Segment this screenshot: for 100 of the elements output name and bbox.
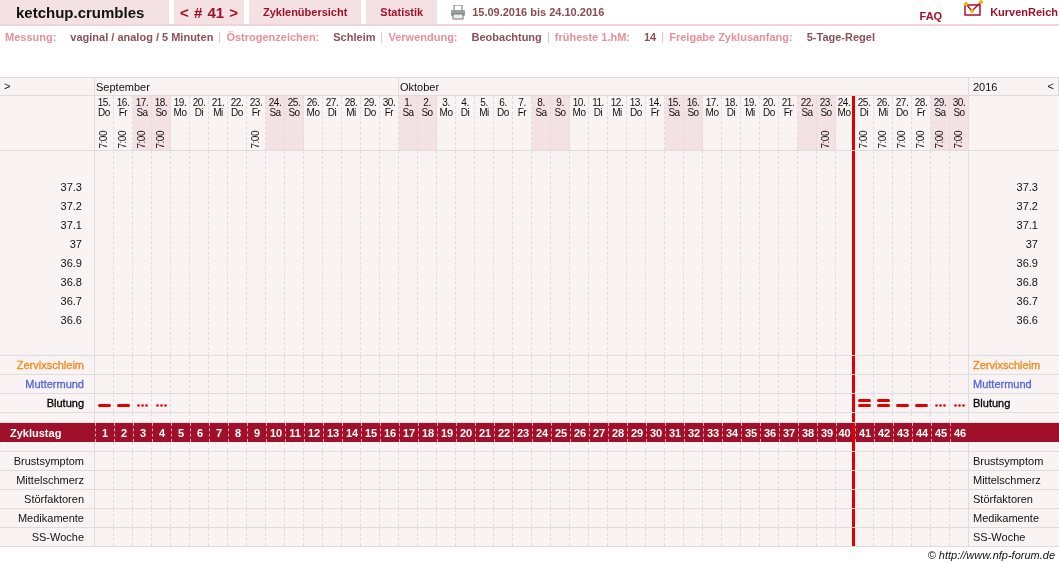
day-header: 22. Sa — [798, 96, 817, 150]
measurement-time: 7:00 — [878, 130, 888, 148]
setting-label: früheste 1.hM: — [554, 31, 630, 43]
measurement-time: 7:00 — [859, 130, 869, 148]
cycle-navigator[interactable]: < # 41 > — [174, 0, 244, 24]
row-label: SS-Woche — [973, 531, 1026, 543]
printer-icon[interactable] — [450, 4, 467, 20]
day-header: 21. Fr — [779, 96, 798, 150]
day-header: 26. Mo — [304, 96, 323, 150]
measurement-time: 7:00 — [897, 130, 907, 148]
row-label: Zervixschleim — [16, 359, 84, 371]
month-label: September — [96, 80, 150, 93]
row-label: Störfaktoren — [973, 493, 1033, 505]
day-header: 12. Mi — [608, 96, 627, 150]
temperature-label: 37.1 — [60, 218, 82, 233]
day-header: 23. So 7:00 — [817, 96, 836, 150]
copyright[interactable]: © http://www.nfp-forum.de — [0, 547, 1059, 561]
setting-value: 5-Tage-Regel — [806, 31, 875, 43]
measurement-time: 7:00 — [251, 130, 261, 148]
day-header: 25. So — [285, 96, 304, 150]
day-header: 30. Fr — [380, 96, 399, 150]
day-header: 1. Sa — [399, 96, 418, 150]
day-header: 22. Do — [228, 96, 247, 150]
setting-value: Schleim — [333, 31, 376, 43]
day-header: 25. Di 7:00 — [855, 96, 874, 150]
setting-label: Freigabe Zyklusanfang: — [669, 31, 793, 43]
temperature-label: 36.7 — [1016, 294, 1038, 309]
day-header: 17. Sa 7:00 — [133, 96, 152, 150]
day-header: 27. Di — [323, 96, 342, 150]
day-header: 20. Di — [190, 96, 209, 150]
day-header: 21. Mi — [209, 96, 228, 150]
day-header: 28. Fr 7:00 — [912, 96, 931, 150]
setting-value: 14 — [644, 31, 657, 43]
collapse-toggle[interactable]: < — [1047, 80, 1054, 92]
temperature-label: 36.6 — [1016, 313, 1038, 328]
measurement-time: 7:00 — [935, 130, 945, 148]
expand-toggle[interactable]: > — [4, 80, 11, 92]
temperature-label: 36.6 — [60, 313, 82, 328]
nav-tab[interactable]: Zyklenübersicht — [249, 0, 362, 24]
temperature-label: 36.8 — [1016, 275, 1038, 290]
faq-link[interactable]: FAQ — [919, 10, 943, 22]
brand-name: KurvenReich — [990, 5, 1058, 20]
row-label: Mittelschmerz — [973, 474, 1041, 486]
temperature-label: 37 — [1025, 237, 1038, 252]
measurement-time: 7:00 — [916, 130, 926, 148]
temperature-label: 36.7 — [60, 294, 82, 309]
measurement-time: 7:00 — [137, 130, 147, 148]
day-header: 2. So — [418, 96, 437, 150]
day-header: 3. Mo — [437, 96, 456, 150]
year-label: 2016 — [973, 80, 998, 93]
day-header: 26. Mi 7:00 — [874, 96, 893, 150]
temperature-label: 37.2 — [1016, 199, 1038, 214]
day-header: 24. Mo — [836, 96, 855, 150]
day-header: 28. Mi — [342, 96, 361, 150]
day-header: 18. Di — [722, 96, 741, 150]
row-label: Muttermund — [973, 378, 1032, 390]
temperature-label: 36.8 — [60, 275, 82, 290]
row-label: SS-Woche — [31, 531, 84, 543]
row-label: Störfaktoren — [24, 493, 84, 505]
user-name: ketchup.crumbles — [0, 0, 169, 24]
setting-label: Verwendung: — [388, 31, 458, 43]
cycle-day-label: Zyklustag — [9, 425, 63, 441]
temperature-label: 37 — [69, 237, 82, 252]
row-label: Brustsymptom — [13, 455, 84, 467]
day-header: 19. Mi — [741, 96, 760, 150]
day-header: 27. Do 7:00 — [893, 96, 912, 150]
day-header: 19. Mo — [171, 96, 190, 150]
row-label: Blutung — [46, 397, 84, 409]
day-header: 29. Sa 7:00 — [931, 96, 950, 150]
day-header: 24. Sa — [266, 96, 285, 150]
temperature-label: 37.1 — [1016, 218, 1038, 233]
day-header: 13. Do — [627, 96, 646, 150]
day-header: 16. So — [684, 96, 703, 150]
setting-value: Beobachtung — [471, 31, 542, 43]
setting-label: Östrogenzeichen: — [226, 31, 320, 43]
day-header: 20. Do — [760, 96, 779, 150]
row-label: Zervixschleim — [973, 359, 1041, 371]
temperature-label: 36.9 — [1016, 256, 1038, 271]
temperature-label: 36.9 — [60, 256, 82, 271]
temperature-label: 37.2 — [60, 199, 82, 214]
day-header: 14. Fr — [646, 96, 665, 150]
row-label: Mittelschmerz — [16, 474, 84, 486]
setting-label: Messung: — [5, 31, 57, 43]
day-header: 10. Mo — [570, 96, 589, 150]
day-header: 17. Mo — [703, 96, 722, 150]
logo-icon — [964, 0, 985, 16]
day-header: 15. Do 7:00 — [95, 96, 114, 150]
day-header: 16. Fr 7:00 — [114, 96, 133, 150]
temperature-label: 37.3 — [1016, 180, 1038, 195]
day-header: 8. Sa — [532, 96, 551, 150]
day-header: 30. So 7:00 — [950, 96, 969, 150]
nav-tab[interactable]: Statistik — [366, 0, 438, 24]
month-label: Oktober — [400, 80, 440, 93]
row-label: Blutung — [973, 397, 1011, 409]
measurement-time: 7:00 — [118, 130, 128, 148]
measurement-time: 7:00 — [99, 130, 109, 148]
day-header: 9. So — [551, 96, 570, 150]
day-header: 15. Sa — [665, 96, 684, 150]
row-label: Medikamente — [973, 512, 1040, 524]
row-label: Muttermund — [25, 378, 84, 390]
